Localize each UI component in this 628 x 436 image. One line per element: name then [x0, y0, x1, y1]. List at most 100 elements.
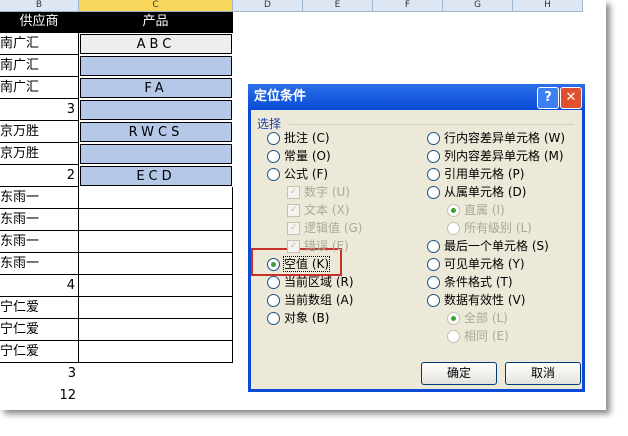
right-option-10: 全部 (L): [447, 309, 508, 327]
radio-icon[interactable]: [427, 276, 440, 289]
product-cell[interactable]: [79, 187, 233, 209]
right-option-3[interactable]: 从属单元格 (D): [427, 183, 526, 201]
supplier-cell[interactable]: 3: [0, 363, 79, 385]
cancel-button[interactable]: 取消: [505, 362, 581, 385]
radio-icon[interactable]: [267, 294, 280, 307]
supplier-cell[interactable]: 3: [0, 99, 79, 121]
right-option-6[interactable]: 最后一个单元格 (S): [427, 237, 549, 255]
right-option-8[interactable]: 条件格式 (T): [427, 273, 513, 291]
radio-icon[interactable]: [427, 240, 440, 253]
dialog-titlebar: 定位条件 ? ✕: [248, 84, 585, 110]
option-label: 全部 (L): [464, 311, 508, 325]
header-supplier[interactable]: 供应商: [0, 11, 79, 33]
left-option-4: ✓ 文本 (X): [287, 201, 349, 219]
supplier-cell[interactable]: 南广汇: [0, 55, 79, 77]
supplier-cell[interactable]: 京万胜: [0, 143, 79, 165]
right-option-9[interactable]: 数据有效性 (V): [427, 291, 525, 309]
radio-icon: [447, 204, 460, 217]
product-cell[interactable]: FA: [80, 78, 232, 98]
supplier-cell[interactable]: 2: [0, 165, 79, 187]
radio-icon[interactable]: [267, 312, 280, 325]
option-label: 当前区域 (R): [284, 275, 354, 289]
radio-icon: [447, 330, 460, 343]
radio-icon[interactable]: [267, 150, 280, 163]
option-label: 当前数组 (A): [284, 293, 354, 307]
checkbox-icon: ✓: [287, 204, 300, 217]
left-option-10[interactable]: 对象 (B): [267, 309, 329, 327]
option-label: 直属 (I): [464, 203, 505, 217]
radio-icon[interactable]: [267, 276, 280, 289]
checkbox-icon: ✓: [287, 186, 300, 199]
dialog-title: 定位条件: [254, 89, 307, 104]
left-option-2[interactable]: 公式 (F): [267, 165, 328, 183]
column-header-G[interactable]: G: [443, 0, 513, 12]
product-cell[interactable]: [79, 363, 233, 385]
radio-icon[interactable]: [427, 150, 440, 163]
left-option-8[interactable]: 当前区域 (R): [267, 273, 354, 291]
supplier-cell[interactable]: 12: [0, 385, 79, 407]
product-cell[interactable]: [80, 100, 232, 120]
right-option-4: 直属 (I): [447, 201, 505, 219]
column-header-E[interactable]: E: [303, 0, 373, 12]
radio-icon: [447, 312, 460, 325]
supplier-cell[interactable]: 东雨一: [0, 231, 79, 253]
radio-icon[interactable]: [267, 132, 280, 145]
radio-icon[interactable]: [427, 294, 440, 307]
left-option-9[interactable]: 当前数组 (A): [267, 291, 353, 309]
option-label: 错误 (E): [304, 239, 349, 253]
product-cell[interactable]: [79, 209, 233, 231]
option-label: 引用单元格 (P): [444, 167, 525, 181]
product-cell[interactable]: ABC: [80, 34, 232, 54]
radio-icon[interactable]: [267, 258, 280, 271]
product-cell[interactable]: [80, 56, 232, 76]
column-header-C[interactable]: C: [79, 0, 233, 12]
option-label: 数字 (U): [304, 185, 350, 199]
product-cell[interactable]: [79, 297, 233, 319]
supplier-cell[interactable]: 东雨一: [0, 253, 79, 275]
supplier-cell[interactable]: 东雨一: [0, 209, 79, 231]
go-to-special-dialog: 定位条件 ? ✕ 选择 确定 取消 批注 (C) 常量 (O) 公式 (F) ✓ 数字 …: [248, 84, 585, 392]
product-cell[interactable]: [79, 319, 233, 341]
right-option-7[interactable]: 可见单元格 (Y): [427, 255, 525, 273]
radio-icon[interactable]: [427, 186, 440, 199]
product-cell[interactable]: [79, 275, 233, 297]
group-divider: [289, 124, 574, 125]
product-cell[interactable]: [79, 253, 233, 275]
supplier-cell[interactable]: 京万胜: [0, 121, 79, 143]
supplier-cell[interactable]: 南广汇: [0, 77, 79, 99]
right-option-0[interactable]: 行内容差异单元格 (W): [427, 129, 565, 147]
right-option-1[interactable]: 列内容差异单元格 (M): [427, 147, 564, 165]
close-button[interactable]: ✕: [560, 87, 582, 109]
product-cell[interactable]: [79, 385, 233, 407]
radio-icon[interactable]: [427, 168, 440, 181]
product-cell[interactable]: [79, 231, 233, 253]
right-option-2[interactable]: 引用单元格 (P): [427, 165, 524, 183]
radio-icon[interactable]: [427, 132, 440, 145]
left-option-1[interactable]: 常量 (O): [267, 147, 331, 165]
supplier-cell[interactable]: 东雨一: [0, 187, 79, 209]
column-header-F[interactable]: F: [373, 0, 443, 12]
column-header-B[interactable]: B: [0, 0, 79, 12]
left-option-0[interactable]: 批注 (C): [267, 129, 330, 147]
supplier-cell[interactable]: 宁仁爱: [0, 341, 79, 363]
radio-icon[interactable]: [427, 258, 440, 271]
help-button[interactable]: ?: [537, 87, 559, 109]
supplier-cell[interactable]: 宁仁爱: [0, 297, 79, 319]
supplier-cell[interactable]: 宁仁爱: [0, 319, 79, 341]
radio-icon[interactable]: [267, 168, 280, 181]
left-option-7[interactable]: 空值 (K): [267, 255, 331, 273]
supplier-cell[interactable]: 4: [0, 275, 79, 297]
supplier-cell[interactable]: 南广汇: [0, 33, 79, 55]
product-cell[interactable]: [79, 341, 233, 363]
column-header-D[interactable]: D: [233, 0, 303, 12]
option-label: 数据有效性 (V): [444, 293, 526, 307]
column-header-H[interactable]: H: [513, 0, 583, 12]
header-product[interactable]: 产品: [79, 11, 233, 33]
product-cell[interactable]: [80, 144, 232, 164]
option-label: 可见单元格 (Y): [444, 257, 525, 271]
ok-button[interactable]: 确定: [421, 362, 497, 385]
product-cell[interactable]: RWCS: [80, 122, 232, 142]
product-cell[interactable]: ECD: [80, 166, 232, 186]
radio-icon: [447, 222, 460, 235]
option-label: 批注 (C): [284, 131, 330, 145]
